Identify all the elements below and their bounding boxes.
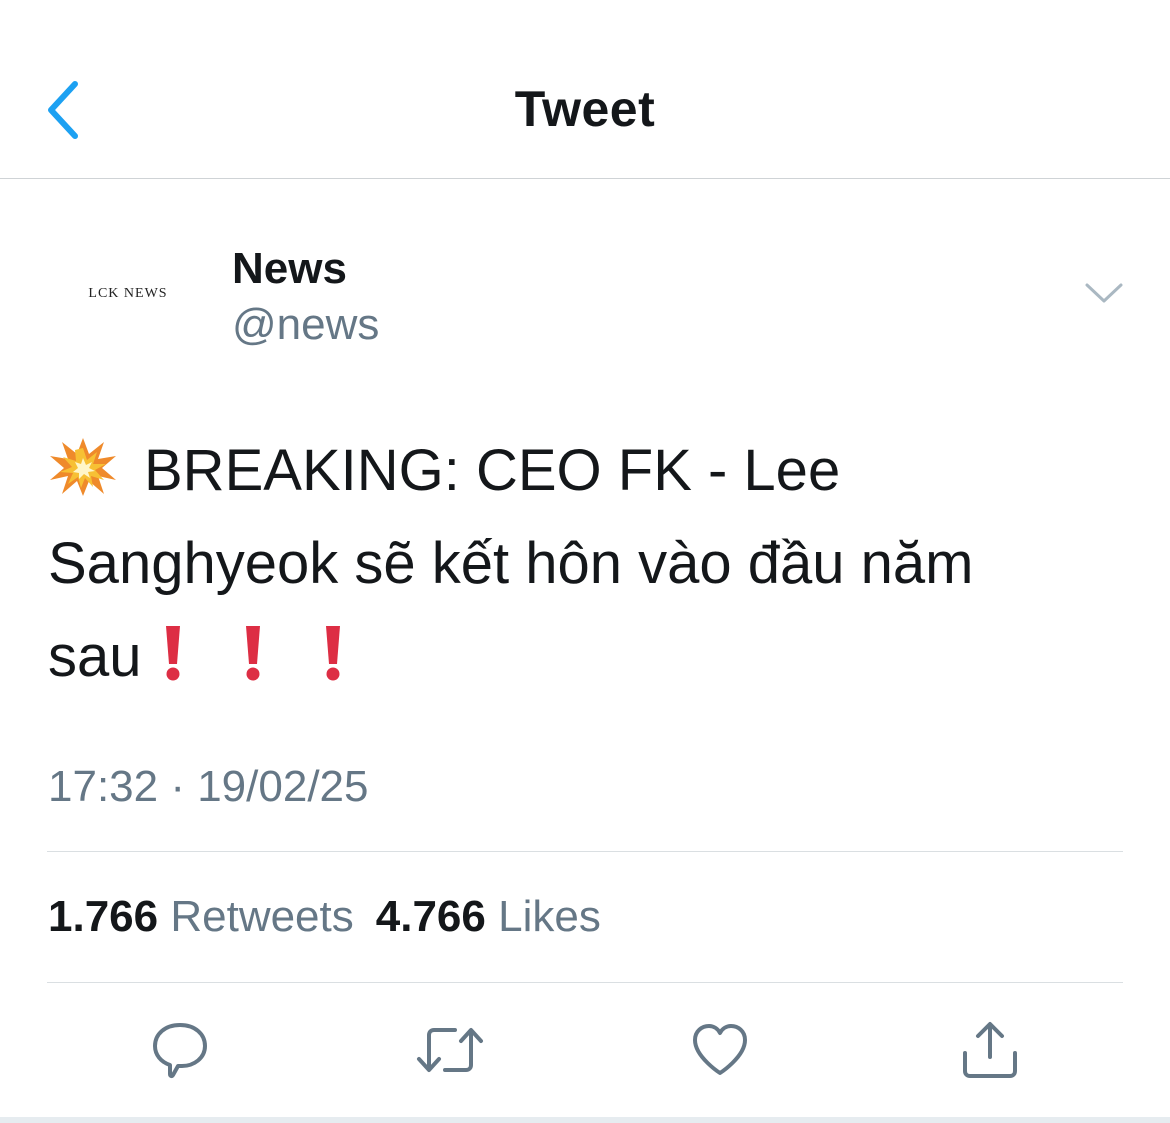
tweet-line-3: sau	[48, 610, 1128, 709]
exclamation-mark-emoji	[245, 626, 260, 681]
chevron-down-icon	[1085, 283, 1123, 303]
likes-stat[interactable]: 4.766 Likes	[376, 892, 601, 941]
divider	[47, 851, 1123, 852]
exclamation-mark-emoji	[325, 626, 340, 681]
divider	[47, 982, 1123, 983]
exclamation-emojis	[160, 616, 400, 709]
retweet-button[interactable]	[415, 1015, 485, 1085]
like-icon	[693, 1024, 747, 1075]
avatar-logo-text: LCK NEWS	[88, 286, 168, 301]
page-title: Tweet	[514, 81, 656, 137]
collision-emoji	[50, 438, 116, 496]
tweet-actions	[0, 985, 1170, 1117]
tweet-stats: 1.766 Retweets 4.766 Likes	[48, 892, 601, 942]
bottom-border	[0, 1117, 1170, 1123]
tweet-line-2: Sanghyeok sẽ kết hôn vào đầu năm	[48, 531, 974, 596]
likes-count: 4.766	[375, 892, 486, 941]
tweet-text-line-1: BREAKING: CEO FK - Lee	[144, 438, 841, 503]
like-button[interactable]	[685, 1015, 755, 1085]
likes-label: Likes	[498, 892, 601, 941]
tweet-text: BREAKING: CEO FK - Lee Sanghyeok sẽ kết …	[48, 424, 1128, 709]
avatar[interactable]: LCK NEWS	[48, 242, 208, 346]
author-handle[interactable]: @news	[232, 300, 379, 350]
reply-icon	[153, 1023, 207, 1079]
share-icon	[963, 1022, 1017, 1078]
tweet-menu-button[interactable]	[1082, 276, 1126, 310]
retweets-label: Retweets	[170, 892, 354, 941]
retweets-count: 1.766	[48, 892, 159, 941]
tweet-timestamp[interactable]: 17:32 · 19/02/25	[48, 762, 368, 812]
retweets-stat[interactable]: 1.766 Retweets	[48, 892, 354, 941]
reply-button[interactable]	[145, 1015, 215, 1085]
retweet-icon	[417, 1028, 483, 1072]
tweet-text-line-3: sau	[48, 624, 142, 689]
share-button[interactable]	[955, 1015, 1025, 1085]
tweet-line-1: BREAKING: CEO FK - Lee	[48, 424, 1128, 517]
exclamation-mark-emoji	[165, 626, 180, 681]
navigation-bar: Tweet	[0, 0, 1170, 179]
author-display-name[interactable]: News	[232, 244, 347, 294]
